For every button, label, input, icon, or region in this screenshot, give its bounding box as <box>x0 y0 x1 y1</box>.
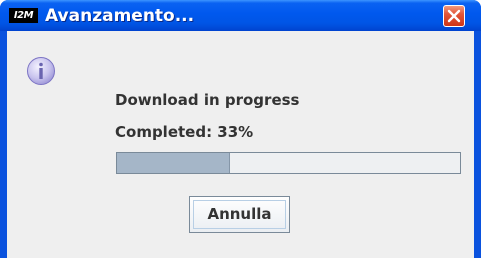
progress-dialog-window: I2M Avanzamento... Download in progress … <box>0 0 481 258</box>
info-icon <box>27 57 55 85</box>
progress-bar <box>116 152 461 174</box>
window-title: Avanzamento... <box>45 6 195 26</box>
progress-message: Download in progress <box>115 91 300 109</box>
progress-status: Completed: 33% <box>115 123 254 141</box>
cancel-button-label: Annulla <box>193 200 286 229</box>
progress-bar-fill <box>117 153 231 173</box>
app-logo-icon: I2M <box>9 8 38 23</box>
cancel-button[interactable]: Annulla <box>189 196 290 233</box>
title-bar[interactable]: I2M Avanzamento... <box>0 0 481 31</box>
close-button[interactable] <box>443 5 465 27</box>
close-icon <box>447 9 461 23</box>
